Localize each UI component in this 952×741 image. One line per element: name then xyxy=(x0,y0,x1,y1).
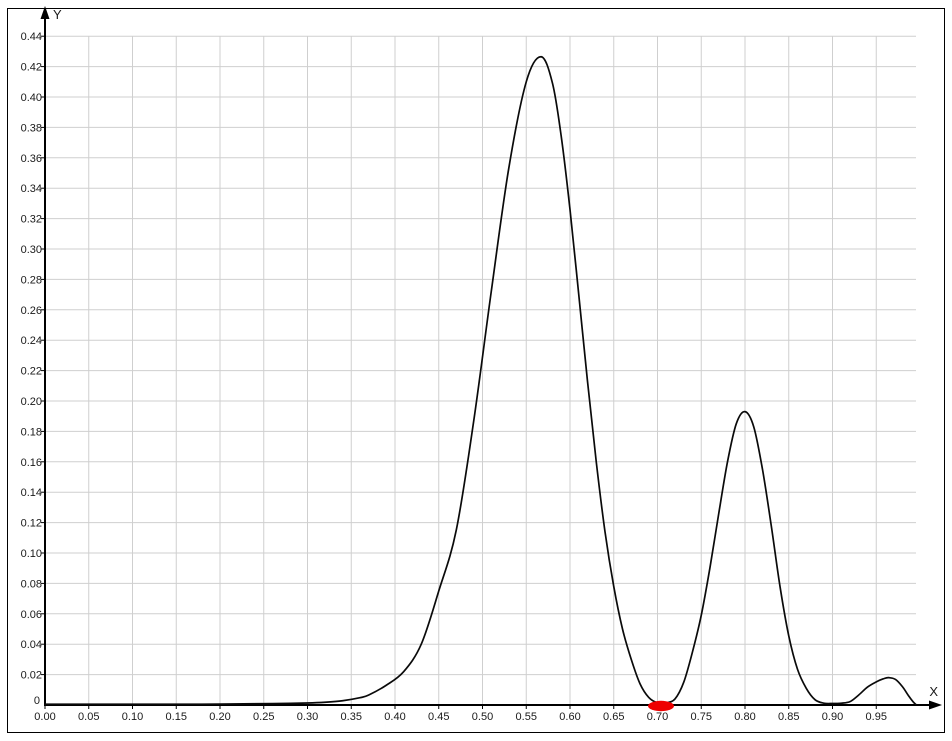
tick-layer: 0.00 0.05 0.10 0.15 0.20 0.25 0.30 0.35 0.40 0.45… xyxy=(21,31,887,723)
axis-layer xyxy=(41,6,943,710)
y-tick-label: 0.44 xyxy=(21,31,42,43)
marker-layer xyxy=(648,701,674,711)
y-tick-label: 0.24 xyxy=(21,335,42,347)
y-tick-label: 0.16 xyxy=(21,457,42,469)
y-tick-label: 0.38 xyxy=(21,122,42,134)
y-tick-label: 0.26 xyxy=(21,305,42,317)
y-tick-label: 0.28 xyxy=(21,274,42,286)
y-tick-label: 0.36 xyxy=(21,153,42,165)
y-tick-label: 0.30 xyxy=(21,244,42,256)
x-tick-label: 0.60 xyxy=(559,711,580,723)
y-axis-arrow-icon xyxy=(41,6,50,19)
x-tick-label: 0.15 xyxy=(166,711,187,723)
y-tick-label: 0.08 xyxy=(21,578,42,590)
origin-tick-label: 0 xyxy=(34,695,40,707)
y-tick-label: 0.42 xyxy=(21,62,42,74)
y-tick-label: 0.12 xyxy=(21,518,42,530)
density-curve xyxy=(45,57,916,705)
y-tick-label: 0.22 xyxy=(21,366,42,378)
function-plot-canvas: 0.00 0.05 0.10 0.15 0.20 0.25 0.30 0.35 0.40 0.45… xyxy=(0,0,952,741)
x-tick-label: 0.40 xyxy=(384,711,405,723)
x-tick-label: 0.50 xyxy=(472,711,493,723)
y-tick-label: 0.40 xyxy=(21,92,42,104)
x-tick-label: 0.00 xyxy=(34,711,55,723)
x-tick-label: 0.35 xyxy=(341,711,362,723)
curve-layer xyxy=(45,57,916,705)
x-tick-label: 0.30 xyxy=(297,711,318,723)
x-axis-arrow-icon xyxy=(929,701,942,710)
y-tick-label: 0.20 xyxy=(21,396,42,408)
highlight-marker xyxy=(648,701,674,711)
x-tick-label: 0.85 xyxy=(778,711,799,723)
y-tick-label: 0.14 xyxy=(21,487,42,499)
x-tick-label: 0.65 xyxy=(603,711,624,723)
x-tick-label: 0.70 xyxy=(647,711,668,723)
x-tick-label: 0.10 xyxy=(122,711,143,723)
x-axis-label: X xyxy=(929,684,938,699)
y-tick-label: 0.18 xyxy=(21,426,42,438)
x-tick-label: 0.90 xyxy=(822,711,843,723)
x-tick-label: 0.20 xyxy=(209,711,230,723)
y-tick-label: 0.02 xyxy=(21,670,42,682)
y-tick-label: 0.34 xyxy=(21,183,42,195)
y-tick-label: 0.10 xyxy=(21,548,42,560)
y-tick-label: 0.04 xyxy=(21,639,42,651)
y-tick-label: 0.06 xyxy=(21,609,42,621)
x-tick-label: 0.80 xyxy=(734,711,755,723)
x-tick-label: 0.25 xyxy=(253,711,274,723)
y-tick-label: 0.32 xyxy=(21,214,42,226)
x-tick-label: 0.55 xyxy=(516,711,537,723)
y-axis-label: Y xyxy=(53,7,62,22)
plot-window: 0.00 0.05 0.10 0.15 0.20 0.25 0.30 0.35 0.40 0.45… xyxy=(0,0,952,741)
x-tick-label: 0.95 xyxy=(866,711,887,723)
x-tick-label: 0.45 xyxy=(428,711,449,723)
x-tick-label: 0.75 xyxy=(691,711,712,723)
x-tick-label: 0.05 xyxy=(78,711,99,723)
